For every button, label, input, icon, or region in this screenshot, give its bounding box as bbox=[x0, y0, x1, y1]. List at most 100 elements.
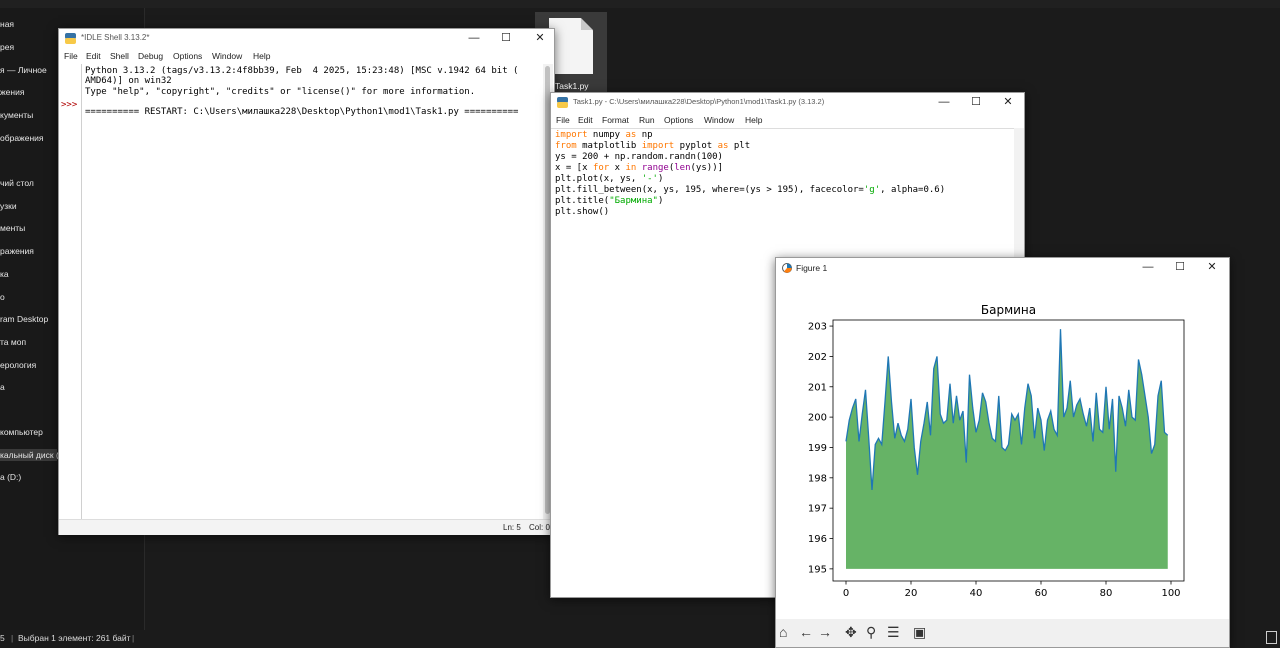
view-toggle-icon[interactable] bbox=[1266, 631, 1277, 644]
nav-item[interactable]: ображения bbox=[0, 133, 44, 143]
save-icon[interactable]: ▣ bbox=[913, 624, 926, 640]
zoom-icon[interactable]: ⚲ bbox=[866, 624, 876, 640]
nav-item[interactable]: ная bbox=[0, 19, 14, 29]
home-icon[interactable]: ⌂ bbox=[779, 624, 787, 640]
nav-item[interactable]: рея bbox=[0, 42, 14, 52]
nav-item[interactable]: ерология bbox=[0, 360, 36, 370]
figure-window: Figure 1 — ☐ ✕ 0 20 40 60 80 100 195 196 197 198 1… bbox=[775, 257, 1230, 648]
menu-file[interactable]: File bbox=[556, 115, 570, 125]
menu-format[interactable]: Format bbox=[602, 115, 629, 125]
nav-item[interactable]: та моп bbox=[0, 337, 26, 347]
y-tick-label: 197 bbox=[808, 504, 827, 515]
y-tick-label: 196 bbox=[808, 534, 827, 545]
window-title: Figure 1 bbox=[796, 263, 828, 273]
nav-item[interactable]: о bbox=[0, 292, 5, 302]
x-tick-label: 100 bbox=[1161, 588, 1180, 599]
nav-item[interactable]: а (D:) bbox=[0, 472, 21, 482]
menu-file[interactable]: File bbox=[64, 51, 78, 61]
back-icon[interactable]: ← bbox=[799, 624, 813, 640]
idle-shell-window: *IDLE Shell 3.13.2* — ☐ ✕ File Edit Shel… bbox=[58, 28, 555, 535]
selection-status: Выбран 1 элемент: 261 байт bbox=[18, 633, 131, 643]
forward-icon[interactable]: → bbox=[818, 624, 832, 640]
code-line: from matplotlib import pyplot as plt bbox=[555, 141, 751, 151]
x-tick-label: 60 bbox=[1035, 588, 1048, 599]
figure-titlebar[interactable]: Figure 1 — ☐ ✕ bbox=[776, 258, 1229, 278]
nav-item[interactable]: кументы bbox=[0, 110, 33, 120]
matplotlib-icon bbox=[782, 263, 792, 273]
y-tick-label: 201 bbox=[808, 382, 827, 393]
code-line: plt.plot(x, ys, '-') bbox=[555, 174, 664, 184]
menu-options[interactable]: Options bbox=[173, 51, 202, 61]
shell-line: Type "help", "copyright", "credits" or "… bbox=[85, 87, 476, 97]
x-tick-label: 20 bbox=[905, 588, 918, 599]
status-divider: | bbox=[132, 633, 135, 643]
shell-line: AMD64)] on win32 bbox=[85, 76, 172, 86]
prompt-gutter: >>> bbox=[59, 64, 82, 519]
col-indicator: Col: 0 bbox=[529, 523, 550, 532]
editor-menubar: File Edit Format Run Options Window Help bbox=[551, 114, 1024, 127]
status-divider: | bbox=[11, 633, 14, 643]
menu-window[interactable]: Window bbox=[212, 51, 242, 61]
nav-item[interactable]: а bbox=[0, 382, 5, 392]
x-tick-label: 80 bbox=[1100, 588, 1113, 599]
item-count: 5 bbox=[0, 633, 5, 643]
y-tick-label: 198 bbox=[808, 473, 827, 484]
code-line: ys = 200 + np.random.randn(100) bbox=[555, 152, 723, 162]
close-icon[interactable]: ✕ bbox=[523, 29, 557, 48]
maximize-icon[interactable]: ☐ bbox=[959, 93, 993, 112]
editor-titlebar[interactable]: Task1.py - C:\Users\милашка228\Desktop\P… bbox=[551, 93, 1024, 112]
nav-item[interactable]: ражения bbox=[0, 246, 34, 256]
nav-item-selected[interactable]: кальный диск (C bbox=[0, 449, 65, 461]
close-icon[interactable]: ✕ bbox=[1195, 258, 1229, 277]
nav-item[interactable]: менты bbox=[0, 223, 25, 233]
menu-options[interactable]: Options bbox=[664, 115, 693, 125]
menu-window[interactable]: Window bbox=[704, 115, 734, 125]
menu-edit[interactable]: Edit bbox=[578, 115, 593, 125]
nav-item[interactable]: я — Личное bbox=[0, 65, 47, 75]
nav-item[interactable]: ram Desktop bbox=[0, 314, 48, 324]
y-tick-label: 202 bbox=[808, 352, 827, 363]
configure-icon[interactable]: ☰ bbox=[887, 624, 900, 640]
code-line: plt.title("Бармина") bbox=[555, 196, 664, 206]
minimize-icon[interactable]: — bbox=[457, 29, 491, 48]
x-tick-label: 40 bbox=[970, 588, 983, 599]
nav-item[interactable]: узки bbox=[0, 201, 17, 211]
pan-icon[interactable]: ✥ bbox=[845, 624, 857, 640]
code-line: plt.fill_between(x, ys, 195, where=(ys >… bbox=[555, 185, 946, 195]
code-line: plt.show() bbox=[555, 207, 610, 217]
menu-run[interactable]: Run bbox=[639, 115, 655, 125]
y-tick-label: 203 bbox=[808, 322, 827, 333]
maximize-icon[interactable]: ☐ bbox=[489, 29, 523, 48]
code-line: x = [x for x in range(len(ys))] bbox=[555, 163, 724, 173]
nav-item[interactable]: компьютер bbox=[0, 427, 43, 437]
menu-shell[interactable]: Shell bbox=[110, 51, 129, 61]
figure-canvas[interactable]: 0 20 40 60 80 100 195 196 197 198 199 200 201 202 203 Б… bbox=[776, 278, 1229, 619]
menu-help[interactable]: Help bbox=[253, 51, 270, 61]
x-tick-label: 0 bbox=[843, 588, 849, 599]
line-indicator: Ln: 5 bbox=[503, 523, 521, 532]
nav-item[interactable]: ка bbox=[0, 269, 9, 279]
shell-line: Python 3.13.2 (tags/v3.13.2:4f8bb39, Feb… bbox=[85, 66, 519, 76]
shell-titlebar[interactable]: *IDLE Shell 3.13.2* — ☐ ✕ bbox=[59, 29, 554, 48]
chart-title: Бармина bbox=[981, 303, 1036, 317]
menu-debug[interactable]: Debug bbox=[138, 51, 163, 61]
close-icon[interactable]: ✕ bbox=[991, 93, 1025, 112]
maximize-icon[interactable]: ☐ bbox=[1163, 258, 1197, 277]
shell-statusbar: Ln: 5 Col: 0 bbox=[59, 519, 554, 535]
minimize-icon[interactable]: — bbox=[927, 93, 961, 112]
menu-help[interactable]: Help bbox=[745, 115, 762, 125]
nav-item[interactable]: чий стол bbox=[0, 178, 34, 188]
y-tick-label: 200 bbox=[808, 413, 827, 424]
figure-toolbar bbox=[776, 619, 1229, 647]
minimize-icon[interactable]: — bbox=[1131, 258, 1165, 277]
shell-menubar: File Edit Shell Debug Options Window Hel… bbox=[59, 50, 554, 63]
python-icon bbox=[65, 33, 76, 44]
file-fold-icon bbox=[581, 18, 593, 30]
python-icon bbox=[557, 97, 568, 108]
menu-edit[interactable]: Edit bbox=[86, 51, 101, 61]
shell-output[interactable]: Python 3.13.2 (tags/v3.13.2:4f8bb39, Feb… bbox=[84, 64, 542, 519]
nav-item[interactable]: жения bbox=[0, 87, 24, 97]
file-name: Task1.py bbox=[555, 81, 589, 91]
window-title: Task1.py - C:\Users\милашка228\Desktop\P… bbox=[573, 97, 825, 106]
shell-prompt: >>> bbox=[61, 100, 78, 110]
